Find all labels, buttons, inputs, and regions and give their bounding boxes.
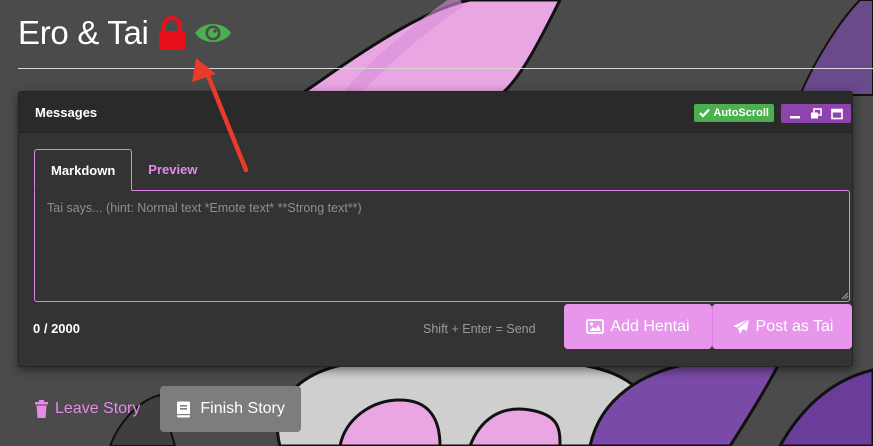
story-actions: Leave Story Finish Story bbox=[34, 386, 301, 432]
trash-icon bbox=[35, 400, 48, 418]
window-controls bbox=[781, 104, 851, 123]
autoscroll-toggle[interactable]: AutoScroll bbox=[694, 104, 774, 122]
maximize-icon[interactable] bbox=[831, 108, 844, 120]
add-hentai-label: Add Hentai bbox=[610, 317, 690, 335]
post-button-label: Post as Tai bbox=[755, 317, 834, 335]
image-icon bbox=[586, 319, 605, 334]
paper-plane-icon bbox=[732, 318, 749, 334]
restore-icon[interactable] bbox=[810, 107, 822, 120]
check-icon bbox=[699, 108, 711, 118]
leave-story-label: Leave Story bbox=[55, 400, 141, 417]
title-divider bbox=[18, 68, 873, 69]
message-input[interactable] bbox=[34, 190, 850, 302]
messages-panel: Messages AutoScroll Markdown Preview Tai… bbox=[18, 91, 853, 367]
finish-story-label: Finish Story bbox=[200, 400, 285, 417]
eye-icon[interactable] bbox=[193, 20, 233, 46]
finish-story-button[interactable]: Finish Story bbox=[160, 386, 301, 432]
messages-panel-title: Messages bbox=[35, 104, 98, 120]
post-button[interactable]: Post as Tai bbox=[712, 304, 852, 349]
story-title-row: Ero & Tai bbox=[18, 10, 233, 56]
tab-markdown[interactable]: Markdown bbox=[34, 149, 133, 191]
leave-story-button[interactable]: Leave Story bbox=[34, 400, 140, 418]
minimize-icon[interactable] bbox=[789, 108, 801, 120]
resize-grip-icon[interactable] bbox=[841, 292, 849, 300]
tab-preview[interactable]: Preview bbox=[132, 149, 213, 189]
char-count: 0 / 2000 bbox=[33, 321, 80, 336]
story-title: Ero & Tai bbox=[18, 14, 149, 51]
book-icon bbox=[177, 401, 191, 417]
editor-tabs: Markdown Preview bbox=[34, 149, 213, 191]
send-hint: Shift + Enter = Send bbox=[423, 322, 536, 336]
add-hentai-button[interactable]: Add Hentai bbox=[564, 304, 712, 349]
autoscroll-label: AutoScroll bbox=[713, 107, 769, 119]
lock-icon[interactable] bbox=[157, 16, 187, 50]
messages-panel-header: Messages AutoScroll bbox=[19, 92, 852, 133]
